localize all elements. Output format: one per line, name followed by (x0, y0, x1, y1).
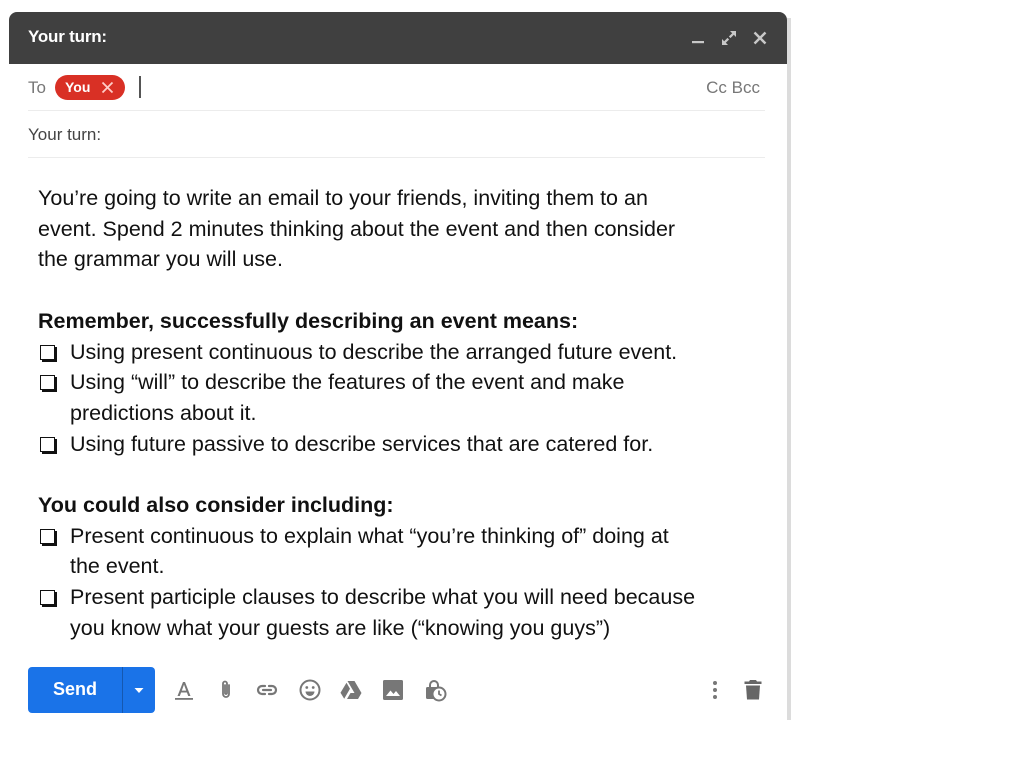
intro-line: event. Spend 2 minutes thinking about th… (38, 216, 676, 241)
subject-text: Your turn: (28, 125, 102, 144)
checklist-text: Using present continuous to describe the… (70, 339, 678, 364)
window-shadow (787, 18, 791, 720)
minimize-icon[interactable] (689, 29, 707, 47)
compose-window: Your turn: To You Cc Bcc Your turn: You’… (9, 12, 787, 720)
to-label: To (28, 78, 46, 97)
send-options-button[interactable] (123, 667, 155, 713)
checklist-text: Present participle clauses to describe w… (70, 585, 696, 610)
section-heading: You could also consider including: (38, 493, 394, 517)
send-button-group: Send (28, 667, 155, 713)
confidential-mode-icon[interactable] (423, 678, 447, 702)
subject-field[interactable]: Your turn: (28, 111, 765, 158)
trash-icon[interactable] (741, 678, 765, 702)
compose-toolbar: Send (9, 667, 787, 713)
close-icon[interactable] (751, 29, 769, 47)
checkbox-icon (40, 344, 55, 360)
recipient-chip-label: You (65, 79, 91, 95)
checklist-text: Using “will” to describe the features of… (70, 370, 625, 395)
checklist-item: Using future passive to describe service… (38, 429, 768, 460)
caret-down-icon (134, 688, 144, 693)
text-cursor (139, 76, 141, 98)
checkbox-icon (40, 375, 55, 391)
checklist-text: predictions about it. (70, 400, 257, 425)
checklist-item: Present participle clauses to describe w… (38, 582, 768, 643)
photo-icon[interactable] (381, 678, 405, 702)
remove-recipient-icon[interactable] (100, 80, 115, 95)
recipients-row[interactable]: To You Cc Bcc (28, 64, 765, 111)
format-text-icon[interactable] (172, 678, 196, 702)
intro-line: the grammar you will use. (38, 247, 283, 272)
section-heading: Remember, successfully describing an eve… (38, 308, 579, 333)
checklist-item: Present continuous to explain what “you’… (38, 521, 768, 582)
cc-bcc-link[interactable]: Cc Bcc (706, 78, 760, 98)
link-icon[interactable] (255, 678, 279, 702)
checkbox-icon (40, 436, 55, 452)
checklist-text: the event. (70, 554, 165, 579)
checklist-text: you know what your guests are like (“kno… (70, 615, 611, 640)
compose-header: Your turn: (9, 12, 787, 64)
drive-icon[interactable] (339, 678, 363, 702)
compose-title: Your turn: (28, 27, 107, 46)
checklist-text: Using future passive to describe service… (70, 431, 654, 456)
emoji-icon[interactable] (298, 678, 322, 702)
message-body[interactable]: You’re going to write an email to your f… (38, 183, 768, 644)
send-button[interactable]: Send (28, 679, 122, 700)
checklist-item: Using present continuous to describe the… (38, 337, 768, 368)
recipient-chip[interactable]: You (55, 75, 125, 100)
checklist-item: Using “will” to describe the features of… (38, 367, 768, 428)
attach-icon[interactable] (214, 678, 238, 702)
checklist-text: Present continuous to explain what “you’… (70, 523, 669, 548)
intro-line: You’re going to write an email to your f… (38, 186, 648, 210)
checkbox-icon (40, 528, 55, 544)
checkbox-icon (40, 590, 55, 606)
expand-icon[interactable] (720, 29, 738, 47)
more-options-icon[interactable] (703, 678, 727, 702)
